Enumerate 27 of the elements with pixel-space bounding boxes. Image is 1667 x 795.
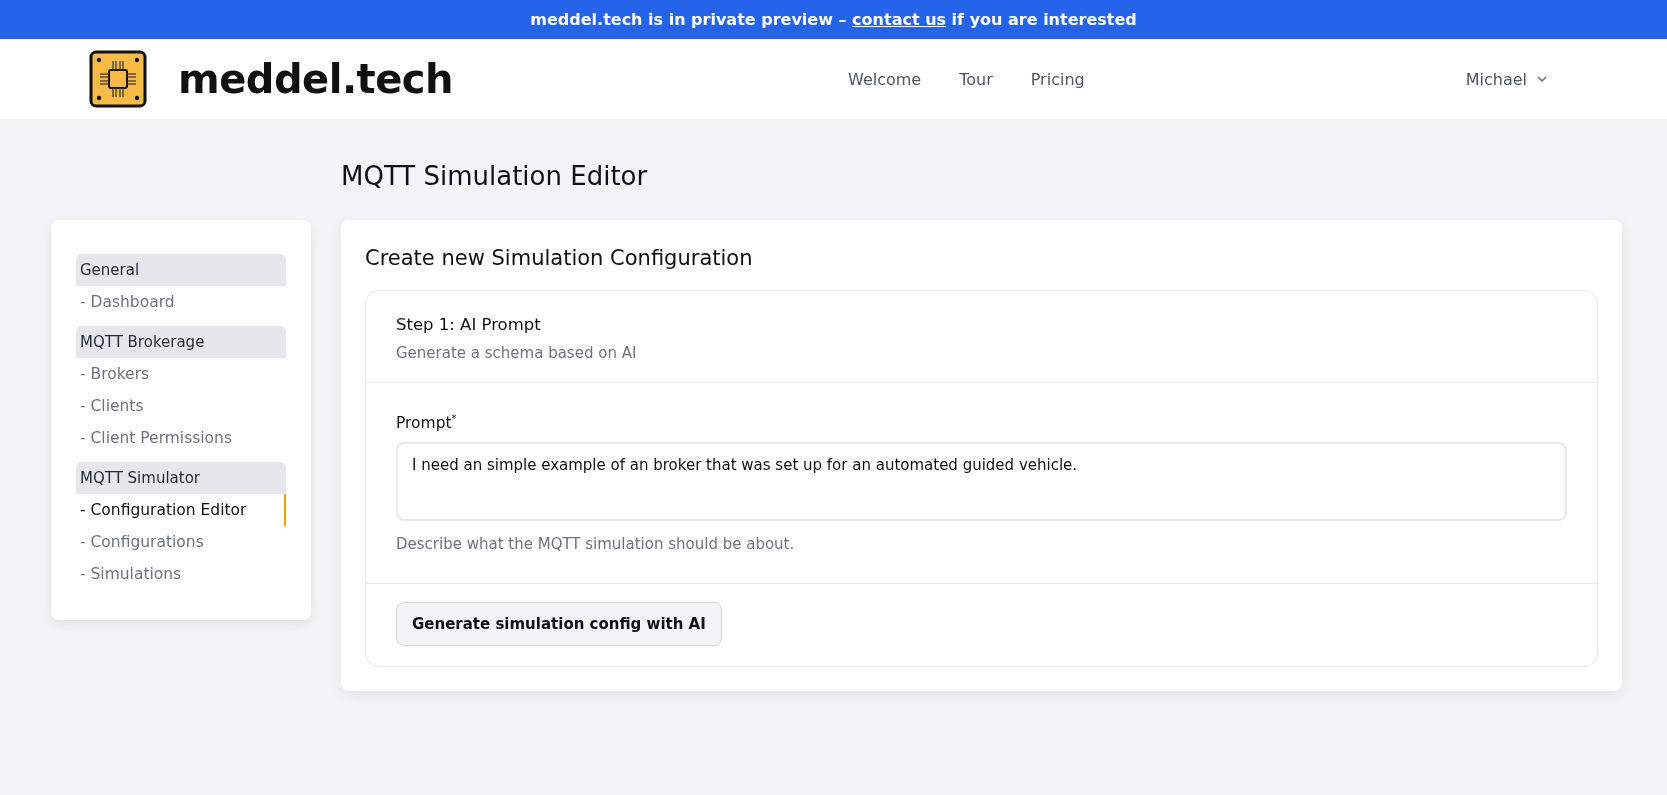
nav-link[interactable]: Tour: [959, 69, 993, 89]
prompt-field[interactable]: I need an simple example of an broker that was set up for an automated guided vehicle.: [396, 442, 1567, 522]
sidebar-item[interactable]: - Clients: [76, 390, 286, 422]
sidebar-section-header: MQTT Brokerage: [76, 326, 286, 358]
step-title: Step 1: AI Prompt: [396, 315, 542, 334]
page-title: MQTT Simulation Editor: [341, 161, 648, 193]
card-title: Create new Simulation Configuration: [365, 246, 754, 270]
nav-link[interactable]: Welcome: [848, 69, 922, 89]
field-label: Prompt$^{*}$: [396, 413, 458, 433]
sidebar-item[interactable]: - Configuration Editor: [76, 494, 286, 526]
nav-link[interactable]: Pricing: [1030, 69, 1085, 89]
sidebar-item[interactable]: - Client Permissions: [76, 422, 286, 454]
sidebar-section-header: MQTT Simulator: [76, 462, 286, 494]
contact-link[interactable]: contact us: [852, 10, 947, 29]
sidebar-item[interactable]: - Brokers: [76, 358, 286, 390]
help-text: Describe what the MQTT simulation should be about.: [396, 535, 796, 554]
sidebar-section-header: General: [76, 254, 286, 286]
step-subtitle: Generate a schema based on AI: [396, 344, 638, 362]
chip-logo-icon: [88, 49, 148, 109]
sidebar-item[interactable]: - Simulations: [76, 558, 286, 590]
user-menu[interactable]: Michael: [1465, 69, 1547, 89]
announcement-text: meddel.tech is in private preview – contact us if you are interested: [530, 10, 1137, 29]
sidebar-item[interactable]: - Configurations: [76, 526, 286, 558]
sidebar-item[interactable]: - Dashboard: [76, 286, 286, 318]
chevron-down-icon: [1537, 76, 1547, 82]
brand-name[interactable]: meddel.tech: [178, 56, 454, 102]
generate-button[interactable]: Generate simulation config with AI: [396, 602, 722, 647]
